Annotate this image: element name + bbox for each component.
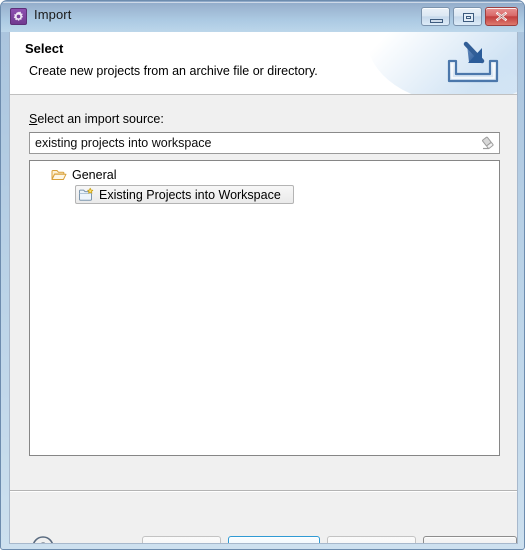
close-button[interactable] bbox=[485, 7, 518, 26]
button-bar-separator-highlight bbox=[10, 491, 517, 492]
next-mnemonic: N bbox=[256, 542, 265, 543]
import-banner-icon bbox=[447, 41, 499, 83]
title-bar[interactable]: Import bbox=[1, 1, 524, 32]
finish-button[interactable]: Finish bbox=[327, 536, 416, 543]
maximize-button[interactable] bbox=[453, 7, 482, 26]
tree-item-label: Existing Projects into Workspace bbox=[99, 187, 281, 202]
wizard-banner: Select Create new projects from an archi… bbox=[10, 32, 517, 95]
tree-item-label: General bbox=[72, 167, 117, 182]
maximize-icon bbox=[463, 13, 474, 22]
back-button[interactable]: < Back bbox=[142, 536, 221, 543]
eraser-clear-icon[interactable] bbox=[480, 135, 496, 151]
import-dialog-window: Import Select Create new projects from a… bbox=[0, 0, 525, 550]
help-button[interactable]: ? bbox=[31, 535, 55, 544]
source-label-rest: elect an import source: bbox=[37, 112, 164, 126]
cancel-label: Cancel bbox=[451, 542, 490, 543]
back-mnemonic: B bbox=[171, 542, 179, 543]
dialog-body: Select Create new projects from an archi… bbox=[9, 32, 518, 544]
import-source-tree[interactable]: General Existing Projects into Workspace bbox=[29, 160, 500, 456]
title-bar-highlight bbox=[2, 2, 524, 3]
window-title: Import bbox=[34, 7, 72, 22]
close-icon bbox=[495, 11, 508, 22]
back-prefix: < bbox=[164, 542, 171, 543]
back-suffix: ack bbox=[180, 542, 199, 543]
open-folder-icon bbox=[51, 169, 67, 180]
minimize-button[interactable] bbox=[421, 7, 450, 26]
finish-mnemonic: F bbox=[355, 542, 363, 543]
import-wizard-icon bbox=[10, 8, 27, 25]
minimize-icon bbox=[430, 19, 443, 23]
next-button[interactable]: Next > bbox=[228, 536, 320, 543]
help-question-mark: ? bbox=[39, 539, 47, 544]
tree-item-existing-projects[interactable]: Existing Projects into Workspace bbox=[75, 185, 294, 204]
filter-input-value: existing projects into workspace bbox=[35, 136, 212, 150]
gear-icon bbox=[13, 11, 23, 21]
new-badge bbox=[87, 187, 94, 194]
tree-item-general[interactable]: General bbox=[30, 165, 499, 184]
next-suffix: ext > bbox=[265, 542, 292, 543]
import-source-label: Select an import source: bbox=[29, 112, 164, 126]
page-title: Select bbox=[25, 41, 64, 56]
import-source-filter-input[interactable]: existing projects into workspace bbox=[29, 132, 500, 154]
finish-suffix: inish bbox=[362, 542, 388, 543]
cancel-button[interactable]: Cancel bbox=[423, 536, 517, 543]
page-description: Create new projects from an archive file… bbox=[29, 64, 318, 78]
new-folder-icon bbox=[79, 187, 94, 201]
